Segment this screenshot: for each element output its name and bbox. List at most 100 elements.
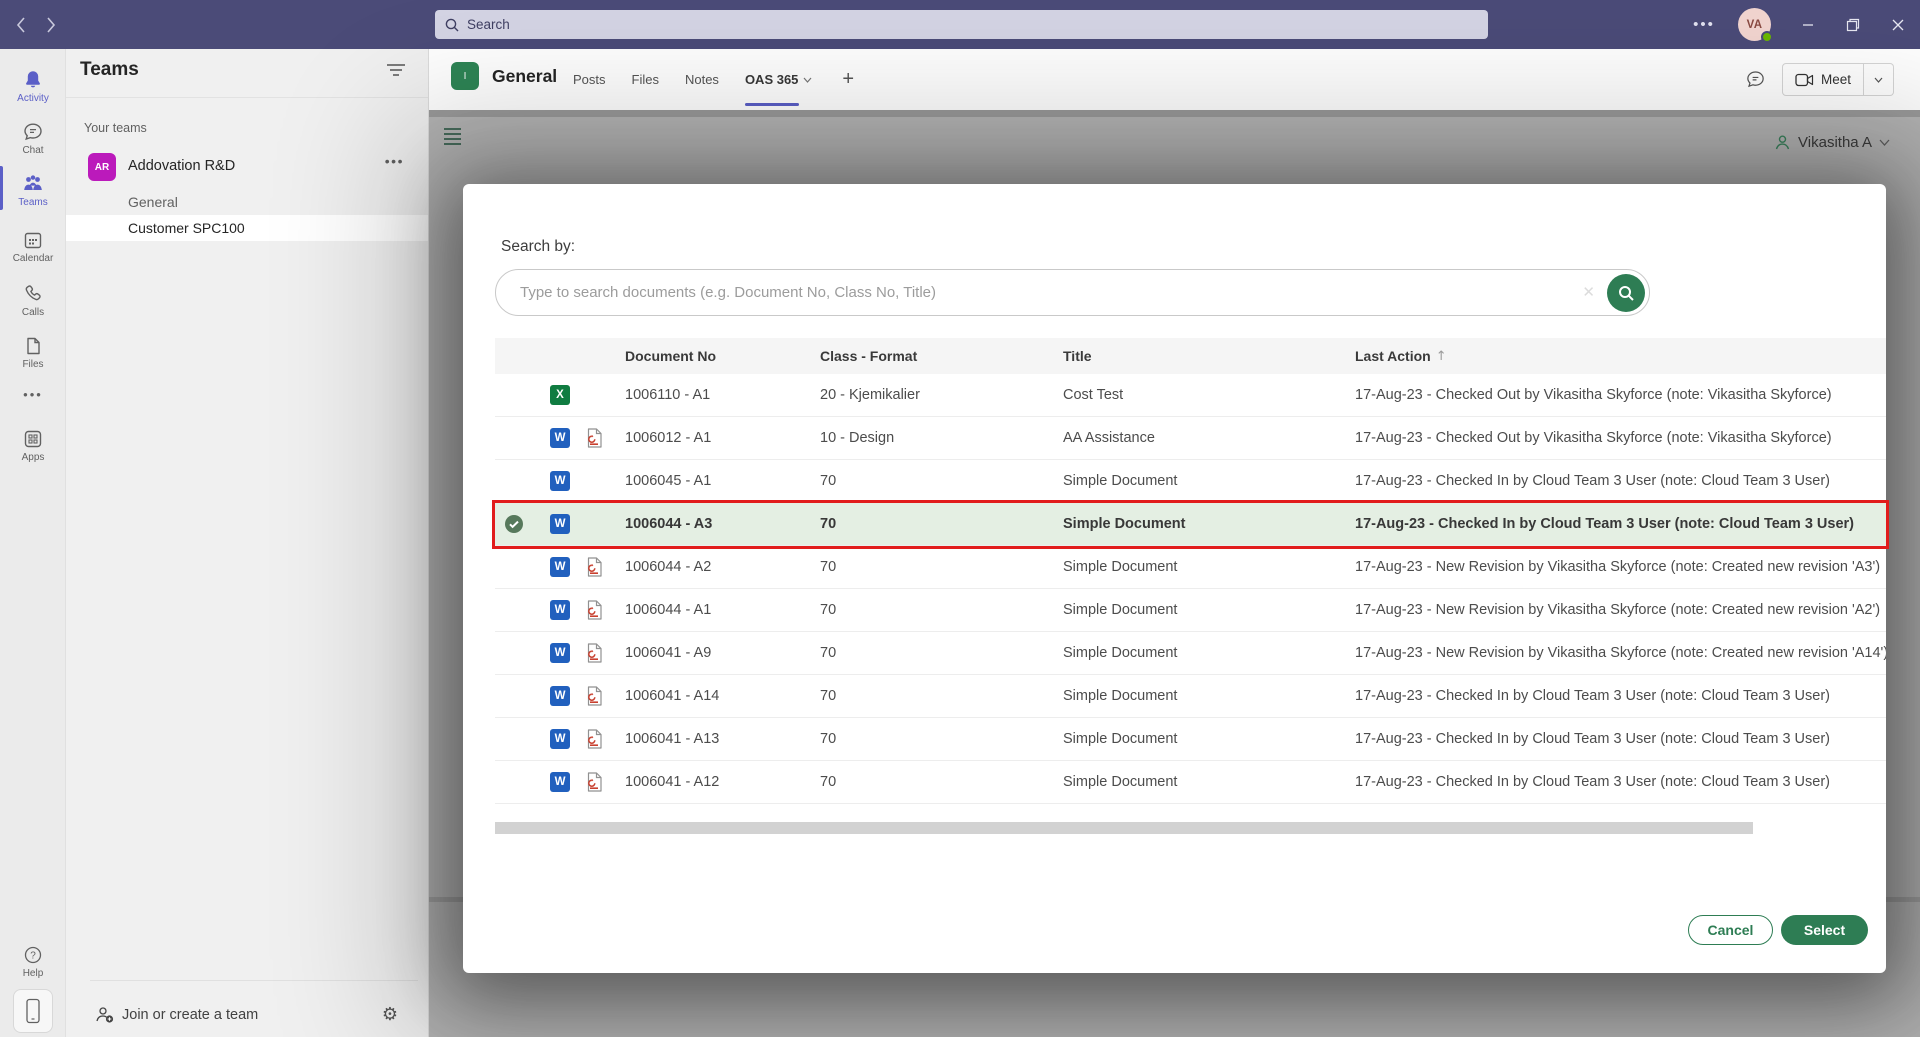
table-row[interactable]: W 1006044 - A3 70 Simple Document 17-Aug… [495, 503, 1886, 546]
global-search-input[interactable]: Search [435, 10, 1488, 39]
table-row[interactable]: W 1006041 - A14 70 Simple Document 17-Au… [495, 675, 1886, 718]
teams-people-icon [21, 173, 45, 195]
last-action-cell: 17-Aug-23 - New Revision by Vikasitha Sk… [1355, 559, 1886, 575]
document-search-input[interactable] [520, 270, 1560, 315]
tab-posts[interactable]: Posts [573, 49, 606, 110]
user-avatar[interactable]: VA [1738, 8, 1771, 41]
title-cell: AA Assistance [1063, 430, 1355, 446]
doc-no-cell: 1006044 - A2 [625, 559, 820, 575]
mobile-device-icon[interactable] [13, 989, 53, 1033]
document-search-field: ✕ [495, 269, 1650, 316]
team-more-icon[interactable]: ••• [385, 153, 404, 169]
column-header-last-action[interactable]: Last Action↑ [1355, 348, 1886, 364]
rail-item-apps[interactable]: Apps [0, 419, 66, 471]
table-row[interactable]: W 1006044 - A1 70 Simple Document 17-Aug… [495, 589, 1886, 632]
class-format-cell: 70 [820, 688, 1063, 704]
rail-item-calls[interactable]: Calls [0, 274, 66, 326]
class-format-cell: 70 [820, 559, 1063, 575]
meet-button[interactable]: Meet [1782, 63, 1864, 96]
title-cell: Simple Document [1063, 602, 1355, 618]
app-user-menu[interactable]: Vikasitha A [1774, 134, 1890, 151]
sidebar-channel-customer-spc100[interactable]: Customer SPC100 [66, 215, 428, 241]
sort-ascending-icon: ↑ [1436, 349, 1447, 364]
column-header-document-no[interactable]: Document No [625, 348, 820, 364]
cancel-button[interactable]: Cancel [1688, 915, 1773, 945]
rail-item-teams[interactable]: Teams [0, 164, 66, 216]
tab-notes[interactable]: Notes [685, 49, 719, 110]
last-action-cell: 17-Aug-23 - Checked In by Cloud Team 3 U… [1355, 473, 1886, 489]
word-file-icon: W [550, 514, 570, 534]
team-avatar: AR [88, 153, 116, 181]
add-person-icon [94, 1005, 116, 1030]
channel-avatar: I [451, 62, 479, 90]
channel-label: General [128, 194, 178, 210]
your-teams-label: Your teams [84, 121, 147, 135]
selected-check-icon [505, 515, 523, 533]
search-submit-button[interactable] [1607, 274, 1645, 312]
forward-icon[interactable] [42, 16, 60, 34]
document-search-dialog: Search by: ✕ Document No Class - Format … [463, 184, 1886, 973]
table-row[interactable]: W 1006041 - A13 70 Simple Document 17-Au… [495, 718, 1886, 761]
chevron-down-icon [1874, 77, 1883, 83]
column-header-class-format[interactable]: Class - Format [820, 348, 1063, 364]
rail-item-calendar[interactable]: Calendar [0, 220, 66, 272]
menu-icon[interactable] [444, 128, 461, 145]
title-cell: Cost Test [1063, 387, 1355, 403]
presence-available-icon [1761, 31, 1773, 43]
tab-oas-365[interactable]: OAS 365 [745, 49, 812, 110]
class-format-cell: 70 [820, 731, 1063, 747]
class-format-cell: 70 [820, 645, 1063, 661]
chevron-down-icon [803, 77, 812, 83]
doc-icons: W [495, 675, 625, 717]
calendar-icon [22, 229, 44, 251]
tab-files[interactable]: Files [632, 49, 659, 110]
doc-no-cell: 1006044 - A1 [625, 602, 820, 618]
search-icon [1618, 285, 1635, 302]
join-create-team-button[interactable]: Join or create a team ⚙ [66, 995, 428, 1037]
select-button[interactable]: Select [1781, 915, 1868, 945]
help-icon: ? [22, 944, 44, 966]
last-action-cell: 17-Aug-23 - Checked In by Cloud Team 3 U… [1355, 688, 1886, 704]
last-action-cell: 17-Aug-23 - New Revision by Vikasitha Sk… [1355, 645, 1886, 661]
doc-no-cell: 1006041 - A12 [625, 774, 820, 790]
table-row[interactable]: W 1006041 - A9 70 Simple Document 17-Aug… [495, 632, 1886, 675]
sidebar-title: Teams [80, 59, 139, 81]
last-action-cell: 17-Aug-23 - Checked In by Cloud Team 3 U… [1355, 516, 1886, 532]
titlebar-more-icon[interactable]: ••• [1684, 16, 1724, 33]
clear-search-icon[interactable]: ✕ [1582, 283, 1595, 301]
table-row[interactable]: W 1006044 - A2 70 Simple Document 17-Aug… [495, 546, 1886, 589]
join-create-team-label: Join or create a team [122, 1007, 258, 1023]
table-row[interactable]: W 1006041 - A12 70 Simple Document 17-Au… [495, 761, 1886, 804]
conversation-icon[interactable] [1745, 69, 1766, 90]
rail-item-chat[interactable]: Chat [0, 112, 66, 164]
meet-dropdown-button[interactable] [1864, 63, 1894, 96]
horizontal-scrollbar[interactable] [495, 822, 1753, 834]
gear-icon[interactable]: ⚙ [382, 1004, 398, 1025]
minimize-button[interactable] [1785, 0, 1830, 49]
rail-item-files[interactable]: Files [0, 326, 66, 378]
title-cell: Simple Document [1063, 473, 1355, 489]
last-action-cell: 17-Aug-23 - Checked In by Cloud Team 3 U… [1355, 731, 1886, 747]
doc-icons: W [495, 718, 625, 760]
close-button[interactable] [1875, 0, 1920, 49]
add-tab-button[interactable]: + [842, 68, 854, 91]
word-file-icon: W [550, 428, 570, 448]
table-row[interactable]: X 1006110 - A1 20 - Kjemikalier Cost Tes… [495, 374, 1886, 417]
team-row-addovation[interactable]: AR Addovation R&D ••• [66, 149, 428, 187]
rail-item-help[interactable]: ? Help [0, 935, 66, 987]
back-icon[interactable] [12, 16, 30, 34]
rail-label: Files [22, 359, 43, 370]
document-icon [22, 335, 44, 357]
column-header-title[interactable]: Title [1063, 348, 1355, 364]
doc-icons: W [495, 761, 625, 803]
rail-more-icon[interactable]: ••• [0, 379, 66, 409]
app-rail: Activity Chat Teams Calendar Calls Files… [0, 49, 66, 1037]
table-row[interactable]: W 1006045 - A1 70 Simple Document 17-Aug… [495, 460, 1886, 503]
maximize-button[interactable] [1830, 0, 1875, 49]
word-file-icon: W [550, 729, 570, 749]
titlebar-right: ••• VA [1684, 0, 1920, 49]
filter-icon[interactable] [386, 63, 406, 82]
rail-item-activity[interactable]: Activity [0, 60, 66, 112]
table-row[interactable]: W 1006012 - A1 10 - Design AA Assistance… [495, 417, 1886, 460]
sidebar-channel-general[interactable]: General [66, 189, 428, 215]
